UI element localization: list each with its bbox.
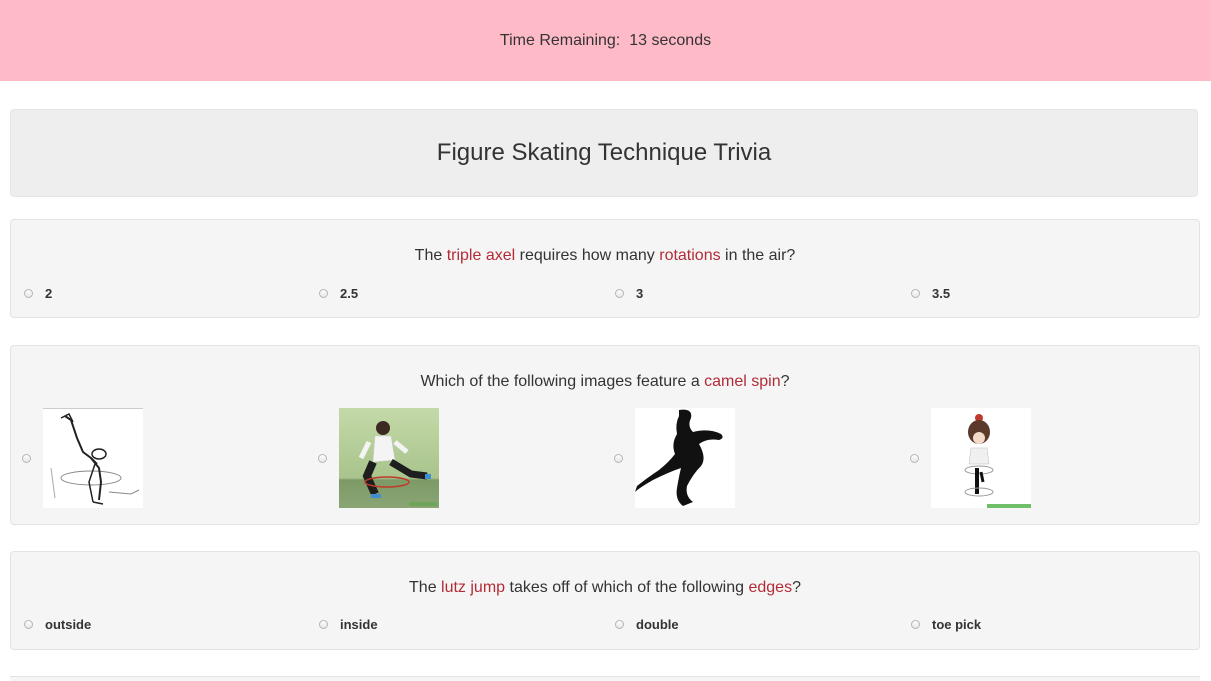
question-2-text: Which of the following images feature a … bbox=[11, 373, 1199, 391]
radio-button[interactable] bbox=[22, 453, 31, 463]
question-2-text-part: Which of the following images feature a bbox=[420, 373, 705, 390]
option-label: inside bbox=[340, 617, 378, 632]
question-2-keyword-camel-spin: camel spin bbox=[704, 373, 781, 390]
question-1-keyword-triple-axel: triple axel bbox=[446, 247, 516, 264]
option-label: 3 bbox=[636, 286, 644, 301]
quiz-title: Figure Skating Technique Trivia bbox=[436, 139, 772, 166]
question-3-text-part: The bbox=[409, 579, 442, 596]
question-3-keyword-lutz-jump: lutz jump bbox=[441, 579, 506, 596]
question-4-panel-edge bbox=[10, 676, 1200, 681]
question-1-text: The triple axel requires how many rotati… bbox=[11, 247, 1199, 265]
question-1-option-2[interactable]: 2.5 bbox=[319, 286, 358, 301]
option-label: 3.5 bbox=[932, 286, 951, 301]
sketch-skater-spin-image[interactable] bbox=[43, 408, 143, 508]
radio-button[interactable] bbox=[319, 289, 328, 298]
question-3-text-part: takes off of which of the following bbox=[505, 579, 749, 596]
radio-button[interactable] bbox=[614, 453, 623, 463]
question-2-option-3[interactable] bbox=[614, 408, 735, 508]
question-1-text-part: requires how many bbox=[515, 247, 660, 264]
radio-button[interactable] bbox=[911, 289, 920, 298]
question-1-option-1[interactable]: 2 bbox=[24, 286, 52, 301]
question-1-option-3[interactable]: 3 bbox=[615, 286, 643, 301]
radio-button[interactable] bbox=[24, 620, 33, 629]
question-1-panel: The triple axel requires how many rotati… bbox=[10, 219, 1200, 318]
option-label: outside bbox=[45, 617, 92, 632]
radio-button[interactable] bbox=[319, 620, 328, 629]
radio-button[interactable] bbox=[911, 620, 920, 629]
question-3-option-4[interactable]: toe pick bbox=[911, 617, 981, 632]
question-2-text-part: ? bbox=[780, 373, 790, 390]
option-label: 2 bbox=[45, 286, 53, 301]
radio-button[interactable] bbox=[615, 620, 624, 629]
question-3-option-1[interactable]: outside bbox=[24, 617, 91, 632]
question-2-option-2[interactable] bbox=[318, 408, 439, 508]
option-label: double bbox=[636, 617, 679, 632]
cartoon-skater-upright-spin-image[interactable] bbox=[931, 408, 1031, 508]
option-label: 2.5 bbox=[340, 286, 359, 301]
question-3-text-part: ? bbox=[792, 579, 801, 596]
silhouette-skater-camel-spin-image[interactable] bbox=[635, 408, 735, 508]
quiz-title-panel: Figure Skating Technique Trivia bbox=[10, 109, 1198, 197]
option-label: toe pick bbox=[932, 617, 982, 632]
question-2-option-1[interactable] bbox=[22, 408, 143, 508]
question-3-option-3[interactable]: double bbox=[615, 617, 679, 632]
question-1-text-part: in the air? bbox=[720, 247, 796, 264]
timer-value: 13 seconds bbox=[629, 31, 712, 49]
photo-skater-sit-position-image[interactable] bbox=[339, 408, 439, 508]
question-1-option-4[interactable]: 3.5 bbox=[911, 286, 950, 301]
radio-button[interactable] bbox=[318, 453, 327, 463]
timer-label: Time Remaining: bbox=[499, 31, 621, 49]
question-3-keyword-edges: edges bbox=[748, 579, 793, 596]
question-3-text: The lutz jump takes off of which of the … bbox=[11, 579, 1199, 597]
question-3-panel: The lutz jump takes off of which of the … bbox=[10, 551, 1200, 650]
radio-button[interactable] bbox=[910, 453, 919, 463]
radio-button[interactable] bbox=[615, 289, 624, 298]
question-2-panel: Which of the following images feature a … bbox=[10, 345, 1200, 525]
radio-button[interactable] bbox=[24, 289, 33, 298]
question-2-option-4[interactable] bbox=[910, 408, 1031, 508]
question-1-text-part: The bbox=[414, 247, 447, 264]
timer-bar: Time Remaining: 13 seconds bbox=[0, 0, 1211, 81]
question-1-keyword-rotations: rotations bbox=[659, 247, 721, 264]
question-3-option-2[interactable]: inside bbox=[319, 617, 378, 632]
